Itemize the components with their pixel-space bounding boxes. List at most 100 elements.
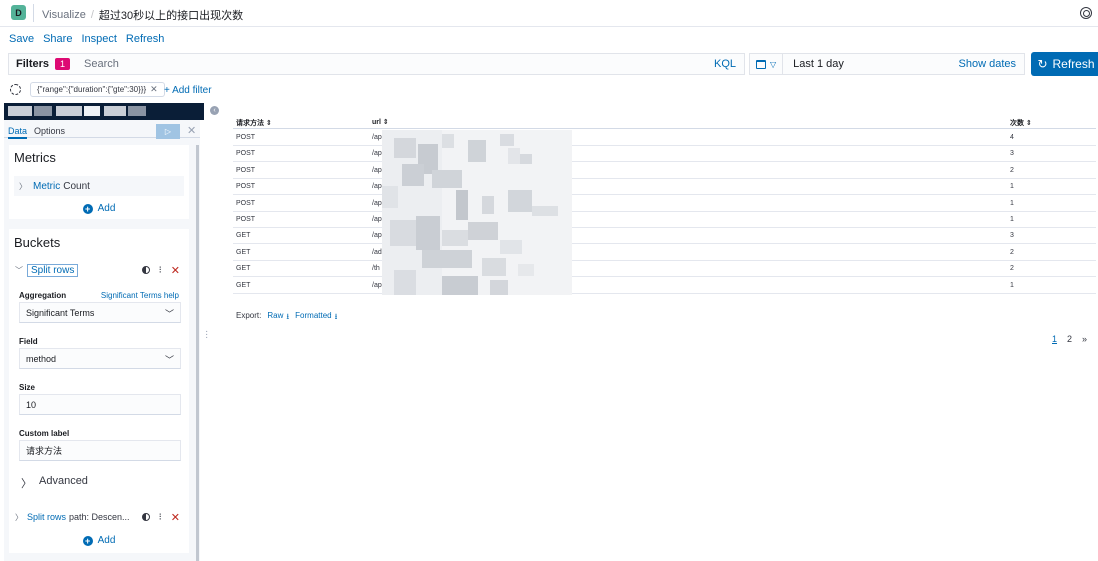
cell-method: GET (236, 248, 251, 256)
advanced-label: Advanced (39, 475, 88, 487)
redacted-block (34, 106, 52, 116)
metric-count-row[interactable]: 〉 Metric Count (14, 176, 184, 196)
date-divider (782, 53, 784, 75)
drag-handle-icon[interactable]: ⁝ (159, 512, 162, 523)
split-rows-label[interactable]: Split rows (27, 263, 79, 277)
cell-count: 1 (1010, 199, 1014, 207)
sidebar: Data Options ▷ ✕ Metrics 〉 Metric Count … (4, 103, 204, 561)
buckets-title: Buckets (14, 235, 61, 250)
aggregation-select[interactable]: Significant Terms ﹀ (19, 302, 181, 323)
add-metric-button[interactable]: + Add (9, 203, 189, 214)
export-formatted-link[interactable]: Formatted ⭳ (295, 311, 337, 325)
search-input[interactable]: Search (84, 58, 714, 70)
breadcrumb: Visualize / 超过30秒以上的接口出现次数 (42, 7, 243, 23)
delete-icon[interactable]: ✕ (171, 511, 180, 524)
custom-label-input-value: 请求方法 (26, 446, 63, 456)
close-icon[interactable]: ✕ (150, 84, 158, 95)
filters-label[interactable]: Filters (16, 58, 49, 70)
chevron-down-icon[interactable]: ﹀ (15, 265, 23, 276)
top-menu: Save Share Inspect Refresh (9, 33, 164, 45)
cell-url: /ap (372, 216, 382, 223)
advanced-toggle[interactable]: 〉 Advanced (21, 475, 88, 491)
save-link[interactable]: Save (9, 33, 34, 45)
apply-changes-button[interactable]: ▷ (156, 124, 180, 139)
table-row: POST/ap 3 (233, 146, 1096, 163)
discard-close-icon[interactable]: ✕ (187, 124, 196, 137)
page-2-button[interactable]: 2 (1067, 334, 1072, 344)
add-metric-label: Add (97, 203, 116, 214)
cell-url: /ap (372, 232, 382, 240)
cell-url: /ad (372, 248, 382, 256)
share-link[interactable]: Share (43, 33, 72, 45)
split-rows-header[interactable]: ﹀ Split rows ⁝ ✕ (14, 262, 184, 278)
custom-label-input[interactable]: 请求方法 (19, 440, 181, 461)
tab-data[interactable]: Data (8, 126, 28, 139)
size-label: Size (19, 383, 36, 392)
show-dates-link[interactable]: Show dates (959, 58, 1016, 70)
filters-count-badge: 1 (55, 58, 71, 70)
export-raw-link[interactable]: Raw ⭳ (267, 311, 289, 325)
next-page-button[interactable]: » (1082, 334, 1087, 344)
drag-handle-icon[interactable]: ⁝ (159, 265, 162, 276)
size-input[interactable]: 10 (19, 394, 181, 415)
collapse-sidebar-icon[interactable]: ‹ (210, 106, 219, 115)
custom-label-label: Custom label (19, 429, 70, 438)
add-filter-link[interactable]: + Add filter (164, 85, 212, 96)
split-rows-path-header[interactable]: 〉 Split rows path: Descen... ⁝ ✕ (14, 509, 184, 525)
toggle-icon[interactable] (141, 513, 150, 521)
sidebar-scrollbar[interactable] (196, 145, 199, 561)
chevron-right-icon[interactable]: 〉 (15, 512, 23, 523)
tab-options[interactable]: Options (34, 126, 65, 136)
aggregation-help-link[interactable]: Significant Terms help (101, 291, 179, 300)
redacted-block (104, 106, 126, 116)
cell-method: GET (236, 265, 251, 273)
table-row: POST/ap 1 (233, 179, 1096, 196)
field-select[interactable]: method ﹀ (19, 348, 181, 369)
cell-count: 2 (1010, 166, 1014, 174)
split-rows-tools: ⁝ ✕ (141, 264, 180, 277)
chevron-down-icon[interactable]: ▽ (770, 60, 776, 69)
gear-icon[interactable] (10, 84, 21, 95)
filter-pill-label: {"range":{"duration":{"gte":30}}} (37, 85, 147, 94)
kql-toggle[interactable]: KQL (714, 58, 736, 70)
inspect-link[interactable]: Inspect (81, 33, 116, 45)
metrics-panel: Metrics 〉 Metric Count + Add (9, 145, 189, 219)
size-input-value: 10 (26, 399, 37, 410)
cell-method: GET (236, 281, 251, 289)
cell-url: /ap (372, 150, 382, 158)
plus-circle-icon: + (82, 535, 93, 546)
add-bucket-button[interactable]: + Add (9, 535, 189, 546)
page-1-button[interactable]: 1 (1052, 334, 1057, 344)
chevron-down-icon: ﹀ (164, 309, 174, 319)
breadcrumb-visualize[interactable]: Visualize (42, 9, 86, 21)
top-bar: D Visualize / 超过30秒以上的接口出现次数 (0, 0, 1098, 27)
date-range-label[interactable]: Last 1 day (793, 58, 958, 70)
cell-count: 2 (1010, 248, 1014, 256)
add-bucket-label: Add (97, 535, 116, 546)
refresh-button[interactable]: ↻ Refresh (1031, 52, 1098, 76)
cell-url: /ap (372, 199, 382, 207)
help-icon[interactable] (1080, 7, 1092, 19)
split-rows-path-panel: 〉 Split rows path: Descen... ⁝ ✕ + Add (9, 499, 189, 553)
column-header-method[interactable]: 请求方法 ⇕ (236, 118, 272, 128)
filter-pill[interactable]: {"range":{"duration":{"gte":30}}} ✕ (30, 82, 165, 97)
cell-count: 3 (1010, 150, 1014, 158)
chevron-right-icon: 〉 (21, 478, 32, 490)
toggle-icon[interactable] (141, 266, 150, 274)
breadcrumb-current: 超过30秒以上的接口出现次数 (98, 10, 244, 22)
split-rows-path-label[interactable]: Split rows (27, 512, 66, 522)
redacted-block (128, 106, 146, 116)
split-rows-path-tools: ⁝ ✕ (141, 511, 180, 524)
table-row: GET/ap 1 (233, 278, 1096, 294)
cell-count: 2 (1010, 265, 1014, 273)
cell-url: /th (372, 265, 380, 273)
chevron-right-icon[interactable]: 〉 (19, 181, 27, 192)
column-header-url[interactable]: url ⇕ (372, 118, 389, 126)
calendar-icon[interactable] (756, 59, 766, 69)
column-header-count[interactable]: 次数 ⇕ (1010, 118, 1032, 128)
delete-icon[interactable]: ✕ (171, 264, 180, 277)
app-logo[interactable]: D (11, 5, 26, 20)
resize-handle[interactable]: · · · (205, 327, 208, 343)
refresh-link[interactable]: Refresh (126, 33, 165, 45)
export-row: Export: Raw ⭳ Formatted ⭳ (236, 311, 337, 325)
